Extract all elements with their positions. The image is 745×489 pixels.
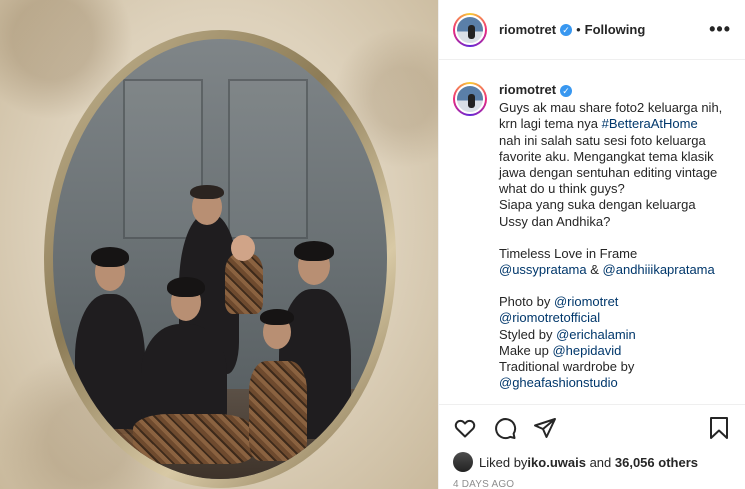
family-portrait [53,39,387,479]
post-header: riomotret ✓ • Following ••• [439,0,745,60]
caption-line: Siapa yang suka dengan keluarga [499,197,696,213]
mention-link[interactable]: @riomotret [554,294,619,309]
following-button[interactable]: Following [585,22,646,37]
more-options-icon[interactable]: ••• [709,19,731,40]
separator-dot: • [576,22,581,37]
caption-line: Photo by [499,294,554,310]
verified-badge-icon: ✓ [560,23,573,36]
comment-icon[interactable] [493,416,517,440]
likes-count[interactable]: 36,056 others [615,455,698,470]
liker-avatar[interactable] [453,452,473,472]
caption-line: jawa dengan sentuhan editing vintage [499,165,718,181]
heart-icon[interactable] [453,416,477,440]
caption-text: riomotret ✓ Guys ak mau share foto2 kelua… [499,82,722,404]
mention-link[interactable]: @andhiiikapratama [603,262,715,277]
caption-line: Make up [499,342,553,358]
author-username[interactable]: riomotret [499,22,556,37]
likes-summary: Liked by iko.uwais and 36,056 others [439,451,745,473]
caption-line: krn lagi tema nya [499,116,602,132]
oval-picture-frame [44,30,396,488]
caption-line: Traditional wardrobe by [499,359,635,375]
action-bar [439,405,745,451]
likes-prefix: Liked by [479,454,528,470]
share-icon[interactable] [533,416,557,440]
mention-link[interactable]: @erichalamin [556,327,636,342]
caption-line: nah ini salah satu sesi foto keluarga [499,132,706,148]
caption-section: riomotret ✓ Guys ak mau share foto2 kelua… [439,60,745,405]
caption-line: Guys ak mau share foto2 keluarga nih, [499,100,723,116]
hashtag-link[interactable]: #BetteraAtHome [602,116,698,131]
mention-link[interactable]: @ussypratama [499,262,587,277]
caption-line: what do u think guys? [499,181,625,197]
likes-middle: and [585,454,615,470]
caption-verified-icon: ✓ [560,84,573,97]
author-avatar[interactable] [453,12,487,47]
liker-username[interactable]: iko.uwais [527,455,586,470]
post-timestamp[interactable]: 4 DAYS AGO [439,473,745,489]
post-photo[interactable] [0,0,438,489]
mention-link[interactable]: @gheafashionstudio [499,375,722,391]
caption-line: Styled by [499,326,557,342]
caption-avatar[interactable] [453,82,487,116]
post-sidebar: riomotret ✓ • Following ••• riomotret ✓ G… [438,0,745,489]
caption-ampersand: & [586,262,603,278]
bookmark-icon[interactable] [707,416,731,440]
mention-link[interactable]: @hepidavid [552,343,621,358]
caption-line: Ussy dan Andhika? [499,213,611,229]
caption-username[interactable]: riomotret [499,82,556,97]
mention-link[interactable]: @riomotretofficial [499,310,722,326]
caption-line: favorite aku. Mengangkat tema klasik [499,148,714,164]
caption-line: Timeless Love in Frame [499,245,638,261]
